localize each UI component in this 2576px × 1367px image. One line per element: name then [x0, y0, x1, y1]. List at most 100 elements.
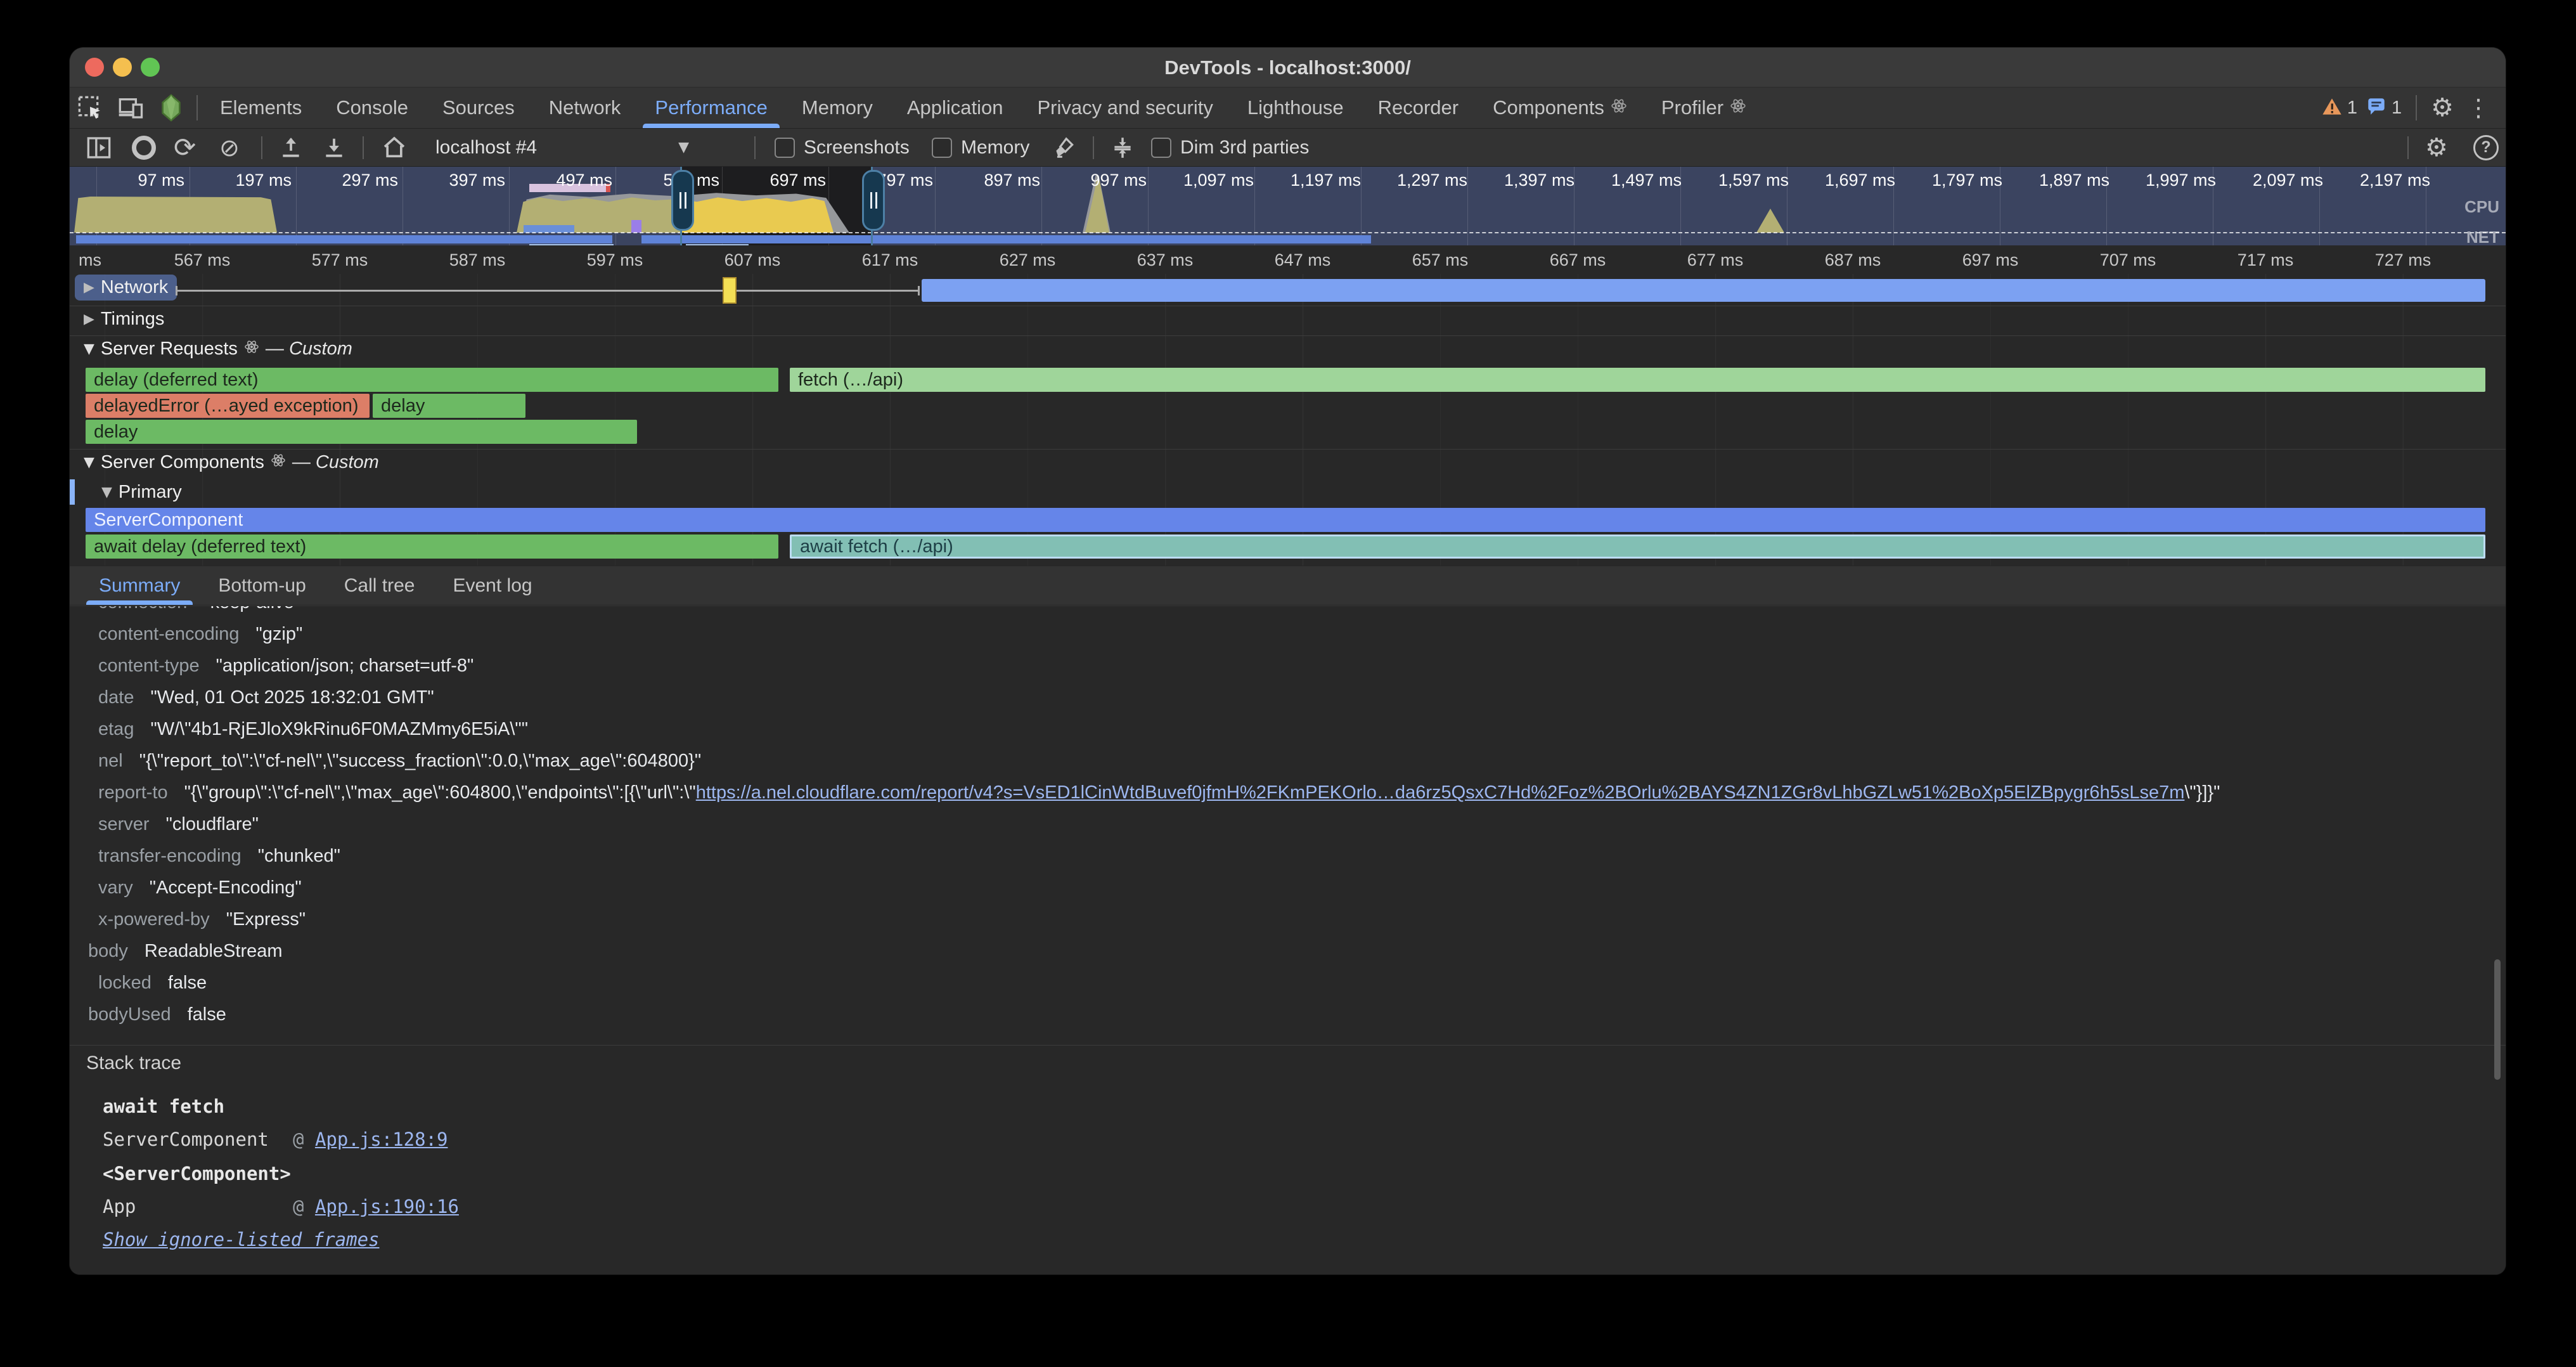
server-requests-track-header[interactable]: ▼ Server Requests — Custom	[70, 336, 2506, 366]
server-request-bar-delay-deferred[interactable]: delay (deferred text)	[86, 368, 778, 392]
tab-summary[interactable]: Summary	[80, 566, 199, 605]
titlebar: DevTools - localhost:3000/	[70, 48, 2506, 87]
stack-frame: await fetch	[103, 1096, 224, 1117]
screenshots-checkbox[interactable]: Screenshots	[775, 129, 910, 166]
cpu-lane-label: CPU	[2464, 197, 2499, 217]
collapse-triangle-icon[interactable]: ▶	[84, 311, 94, 327]
tab-console[interactable]: Console	[319, 87, 425, 128]
memory-checkbox[interactable]: Memory	[932, 129, 1029, 166]
network-request-bar-blue[interactable]	[922, 279, 2485, 302]
ruler-tick: 707 ms	[2077, 250, 2179, 270]
ruler-tick: 677 ms	[1665, 250, 1766, 270]
issues-icon[interactable]	[2366, 98, 2386, 119]
settings-gear-icon[interactable]: ⚙	[2431, 93, 2454, 122]
overview-tick: 1,197 ms	[1265, 171, 1361, 190]
tab-sources[interactable]: Sources	[425, 87, 532, 128]
ruler-tick: 567 ms	[151, 250, 253, 270]
network-request-line[interactable]	[176, 290, 920, 292]
network-request-block-yellow[interactable]	[723, 277, 737, 304]
server-request-bar-delay[interactable]: delay	[86, 420, 637, 444]
await-delay-bar[interactable]: await delay (deferred text)	[86, 534, 778, 559]
devtools-window: DevTools - localhost:3000/ Elements Cons…	[70, 48, 2506, 1274]
ruler-tick: 657 ms	[1389, 250, 1491, 270]
net-activity-bar	[76, 235, 612, 243]
tab-event-log[interactable]: Event log	[434, 566, 551, 605]
header-row: server"cloudflare"	[70, 808, 2506, 840]
collapse-triangle-icon[interactable]: ▶	[84, 280, 94, 295]
expand-triangle-icon[interactable]: ▼	[84, 341, 94, 357]
toggle-sidebar-icon[interactable]	[86, 129, 112, 166]
tab-performance[interactable]: Performance	[638, 87, 784, 128]
show-ignore-listed-frames-link[interactable]: Show ignore-listed frames	[103, 1229, 380, 1250]
expand-triangle-icon[interactable]: ▼	[101, 484, 112, 500]
tab-application[interactable]: Application	[890, 87, 1021, 128]
net-lane-label: NET	[2466, 228, 2499, 245]
clear-icon[interactable]: ⊘	[219, 129, 240, 166]
await-fetch-bar-selected[interactable]: await fetch (…/api)	[790, 534, 2485, 559]
overview-tick: 1,297 ms	[1371, 171, 1467, 190]
header-row: x-powered-by"Express"	[70, 904, 2506, 935]
server-component-bar[interactable]: ServerComponent	[86, 508, 2485, 532]
tab-bottom-up[interactable]: Bottom-up	[199, 566, 325, 605]
header-row: transfer-encoding"chunked"	[70, 840, 2506, 872]
ruler-tick: 667 ms	[1527, 250, 1628, 270]
react-atom-icon	[1611, 96, 1627, 119]
home-live-metrics-icon[interactable]	[382, 129, 407, 166]
stack-frame: App	[103, 1196, 136, 1217]
header-row: content-type"application/json; charset=u…	[70, 650, 2506, 682]
record-and-reload-icon[interactable]: ⟳	[174, 129, 196, 166]
tab-profiler[interactable]: Profiler	[1644, 87, 1763, 128]
network-track-label[interactable]: ▶ Network	[75, 275, 177, 301]
tab-network[interactable]: Network	[532, 87, 638, 128]
server-request-bar-delay[interactable]: delay	[373, 394, 525, 418]
server-request-bar-fetch-api[interactable]: fetch (…/api)	[790, 368, 2485, 392]
tab-lighthouse[interactable]: Lighthouse	[1230, 87, 1361, 128]
report-endpoint-link[interactable]: https://a.nel.cloudflare.com/report/v4?s…	[696, 782, 2185, 803]
expand-triangle-icon[interactable]: ▼	[84, 455, 94, 470]
overview-tick: 1,697 ms	[1799, 171, 1895, 190]
record-button[interactable]	[132, 129, 156, 166]
tab-elements[interactable]: Elements	[203, 87, 319, 128]
summary-pane[interactable]: connection"keep-alive" content-encoding"…	[70, 606, 2506, 1274]
primary-subtrack-header[interactable]: ▼ Primary	[70, 479, 2506, 507]
overview-tick: 497 ms	[516, 171, 612, 190]
summary-scrollbar-thumb[interactable]	[2494, 959, 2501, 1080]
ruler-unit-label: ms	[79, 250, 101, 270]
ruler-tick: 717 ms	[2215, 250, 2316, 270]
timeline-overview[interactable]: 97 ms 197 ms 297 ms 397 ms 497 ms 597 ms…	[70, 167, 2506, 245]
tab-memory[interactable]: Memory	[785, 87, 890, 128]
server-components-track-header[interactable]: ▼ Server Components — Custom	[70, 450, 2506, 479]
help-icon[interactable]: ?	[2473, 129, 2499, 166]
react-atom-icon	[244, 339, 259, 360]
source-link[interactable]: App.js:128:9	[315, 1129, 448, 1150]
inspect-element-icon[interactable]	[70, 87, 110, 128]
save-profile-icon[interactable]	[322, 129, 346, 166]
source-link[interactable]: App.js:190:16	[315, 1196, 459, 1217]
device-toolbar-icon[interactable]	[110, 87, 151, 128]
server-request-bar-delayed-error[interactable]: delayedError (…ayed exception)	[86, 394, 370, 418]
chevron-down-icon: ▼	[678, 139, 689, 155]
ruler-tick: 647 ms	[1252, 250, 1353, 270]
history-select[interactable]: localhost #4 ▼	[435, 129, 689, 166]
tab-privacy-security[interactable]: Privacy and security	[1021, 87, 1230, 128]
tab-recorder[interactable]: Recorder	[1361, 87, 1476, 128]
load-profile-icon[interactable]	[279, 129, 303, 166]
tab-call-tree[interactable]: Call tree	[325, 566, 434, 605]
overview-tick: 397 ms	[409, 171, 505, 190]
warning-count: 1	[2347, 98, 2357, 119]
react-atom-icon	[1730, 96, 1746, 119]
warning-icon[interactable]	[2322, 98, 2342, 119]
capture-settings-gear-icon[interactable]: ⚙	[2425, 129, 2448, 166]
tab-components[interactable]: Components	[1476, 87, 1644, 128]
selection-left-handle[interactable]	[671, 170, 694, 231]
selection-right-handle[interactable]	[862, 170, 885, 231]
extension-gem-icon[interactable]	[151, 87, 191, 128]
kebab-menu-icon[interactable]: ⋮	[2466, 94, 2490, 122]
timings-track[interactable]: ▶ Timings	[70, 306, 2506, 335]
shrink-tracks-icon[interactable]	[1111, 129, 1135, 166]
overview-tick: 697 ms	[730, 171, 826, 190]
network-track[interactable]: ▶ Network	[70, 275, 2506, 306]
toolbar-separator	[2407, 136, 2409, 159]
dim-third-parties-checkbox[interactable]: Dim 3rd parties	[1151, 129, 1309, 166]
collect-garbage-icon[interactable]	[1052, 129, 1076, 166]
